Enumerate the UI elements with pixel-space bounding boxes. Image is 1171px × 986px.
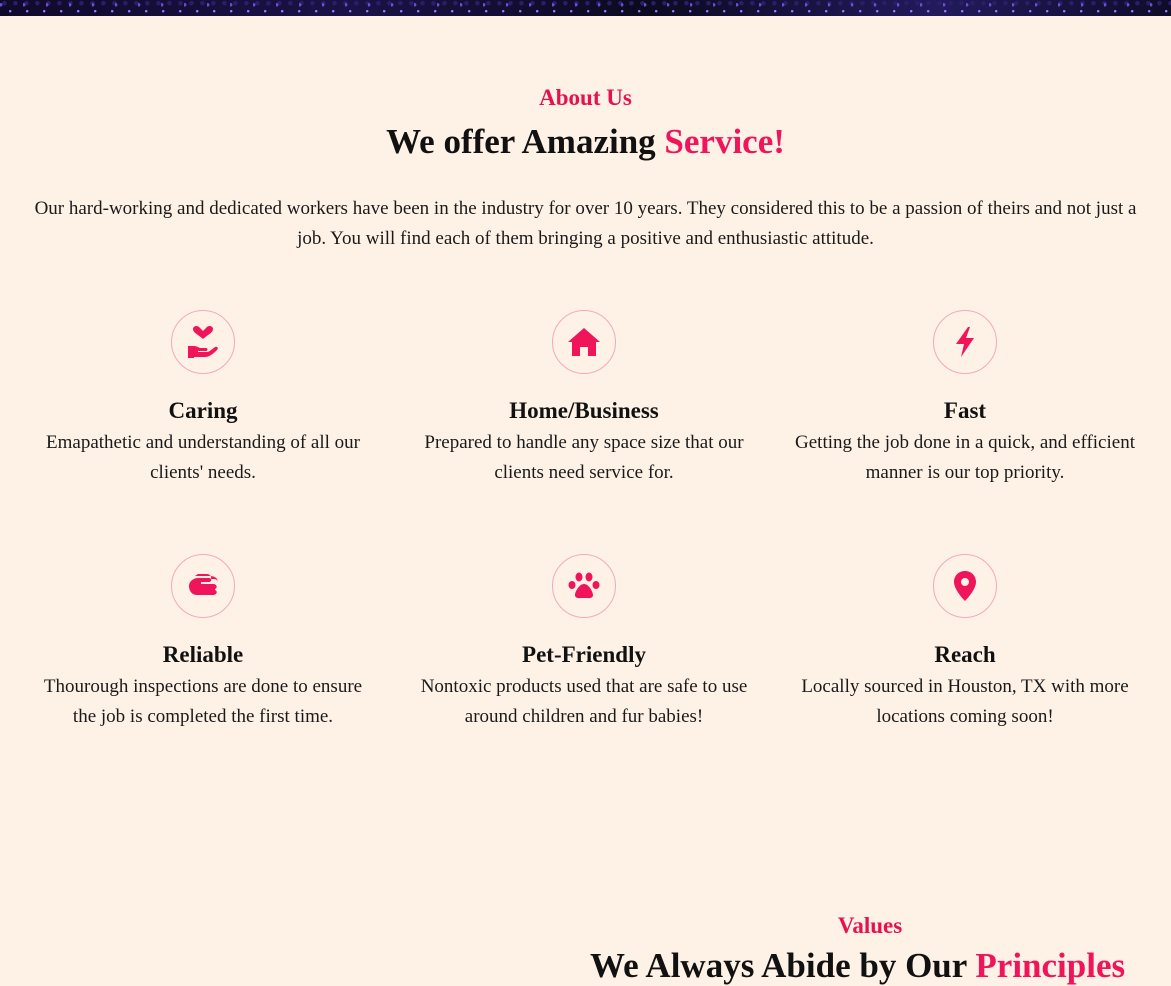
values-headline-accent: Principles <box>975 946 1126 985</box>
hand-heart-icon <box>171 310 235 374</box>
lightning-icon <box>933 310 997 374</box>
about-eyebrow: About Us <box>539 85 632 110</box>
feature-text: Thourough inspections are done to ensure… <box>43 676 363 727</box>
feature-title: Caring <box>168 398 238 423</box>
home-icon <box>552 310 616 374</box>
feature-title: Pet-Friendly <box>522 642 646 667</box>
feature-reach: Reach Locally sourced in Houston, TX wit… <box>795 554 1135 732</box>
paw-icon <box>552 554 616 618</box>
feature-title: Reach <box>934 642 996 667</box>
feature-text: Emapathetic and understanding of all our… <box>46 432 360 483</box>
values-headline-main: We Always Abide by Our <box>590 946 976 985</box>
feature-reliable: Reliable Thourough inspections are done … <box>33 554 373 732</box>
feature-title: Reliable <box>162 642 244 667</box>
feature-text: Nontoxic products used that are safe to … <box>420 676 748 727</box>
feature-title: Home/Business <box>509 398 659 423</box>
feature-caring: Caring Emapathetic and understanding of … <box>33 310 373 488</box>
feature-pet-friendly: Pet-Friendly Nontoxic products used that… <box>414 554 754 732</box>
feature-text: Getting the job done in a quick, and eff… <box>795 432 1135 483</box>
handshake-icon <box>171 554 235 618</box>
feature-text: Locally sourced in Houston, TX with more… <box>801 676 1129 727</box>
values-eyebrow: Values <box>837 913 903 938</box>
map-pin-icon <box>933 554 997 618</box>
about-headline: We offer Amazing Service! <box>0 122 1171 162</box>
feature-home-business: Home/Business Prepared to handle any spa… <box>414 310 754 488</box>
about-headline-accent: Service! <box>664 122 785 161</box>
hero-image-bottom-edge <box>0 0 1171 16</box>
feature-text: Prepared to handle any space size that o… <box>424 432 744 483</box>
values-headline: We Always Abide by Our Principles <box>590 946 1125 986</box>
about-headline-main: We offer Amazing <box>386 122 665 161</box>
feature-title: Fast <box>943 398 987 423</box>
about-intro: Our hard-working and dedicated workers h… <box>34 198 1137 249</box>
feature-fast: Fast Getting the job done in a quick, an… <box>795 310 1135 488</box>
